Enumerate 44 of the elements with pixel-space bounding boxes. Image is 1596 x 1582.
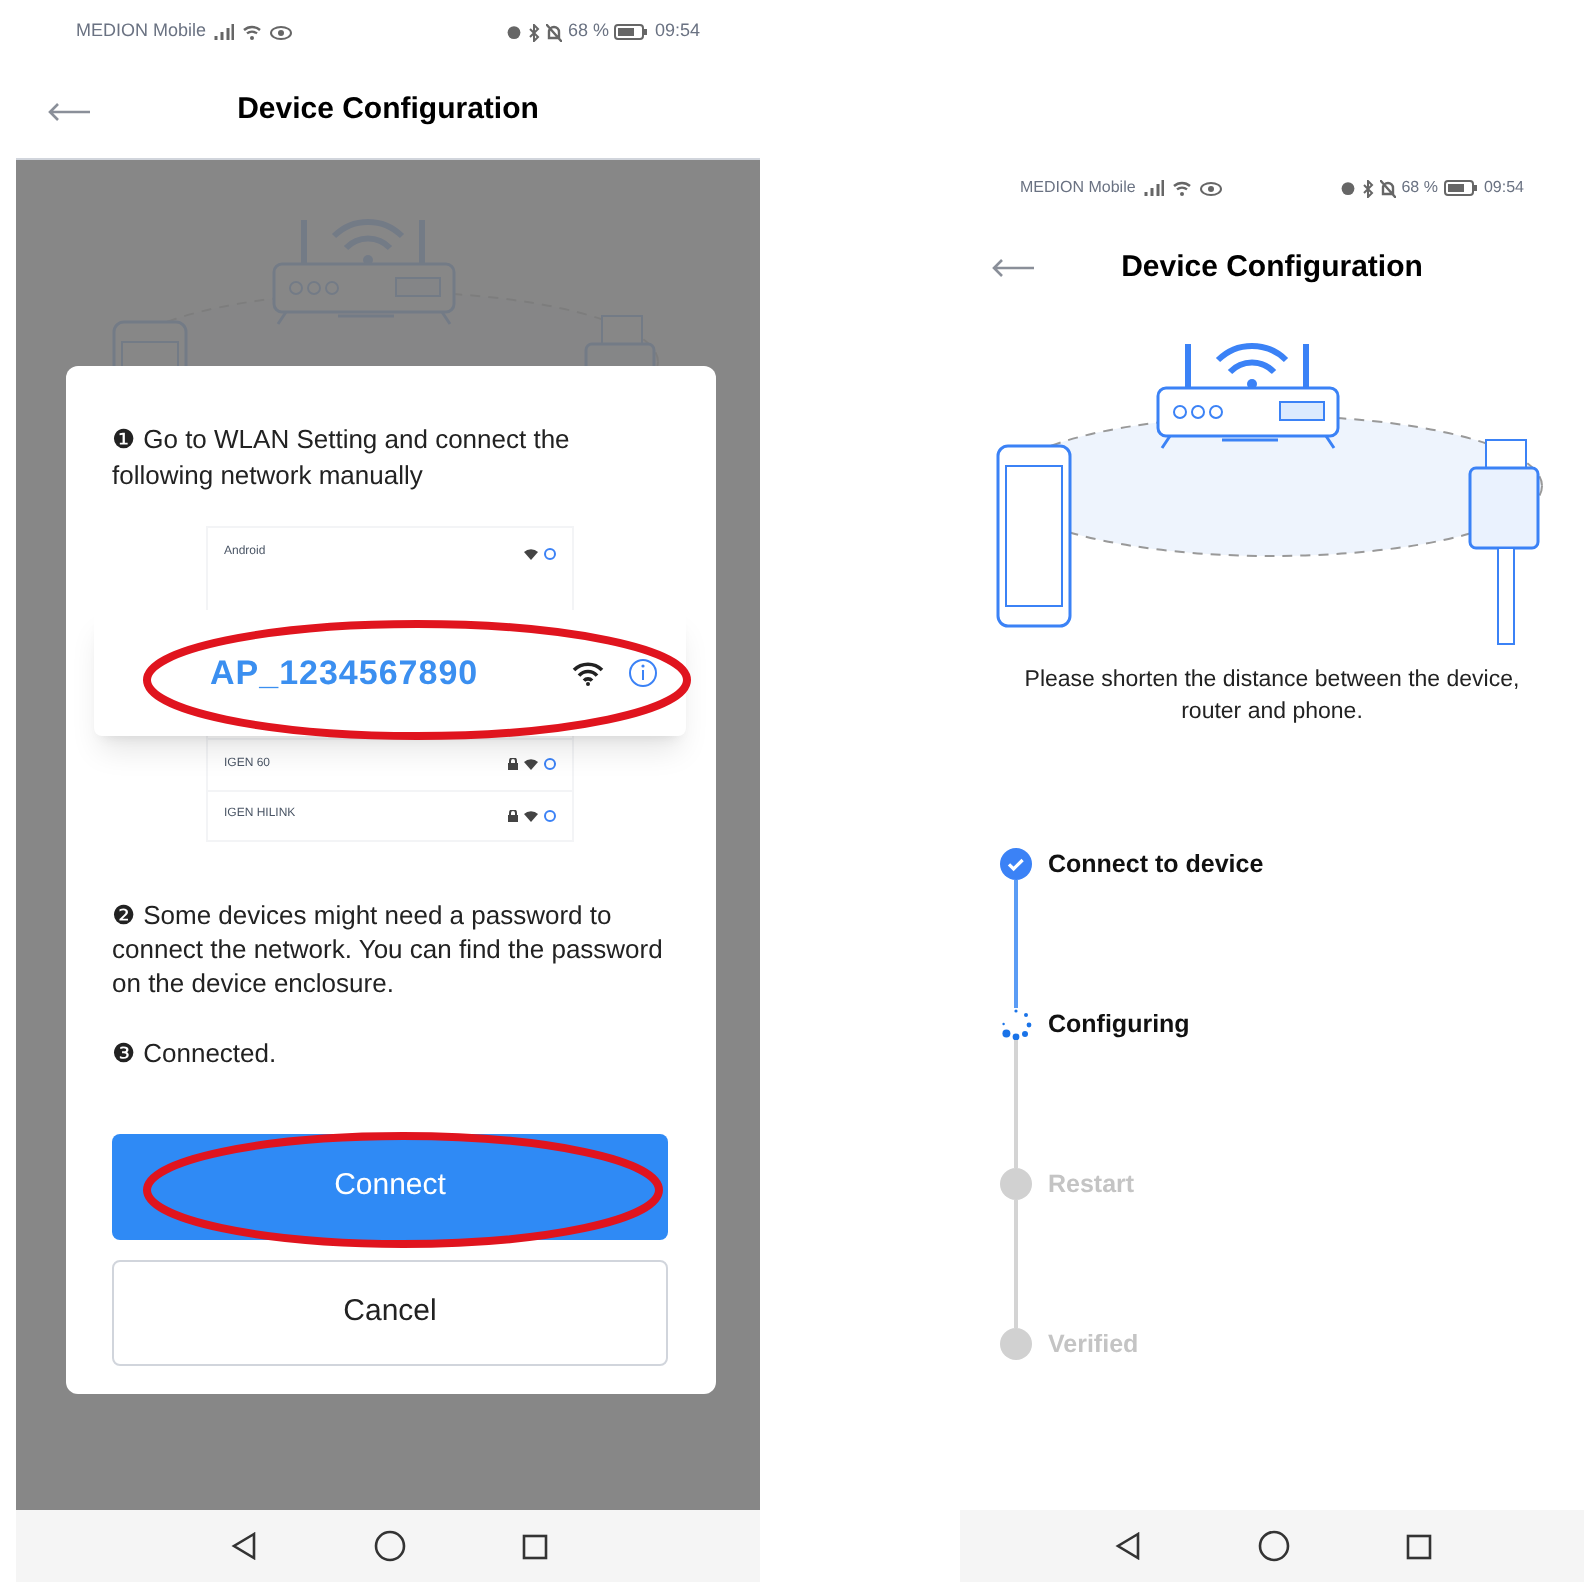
- back-arrow-icon: [992, 258, 1036, 278]
- back-icon[interactable]: [229, 1532, 257, 1560]
- bluetooth-icon: [527, 23, 540, 41]
- recent-apps-icon[interactable]: [521, 1533, 547, 1559]
- battery-percent: 68 %: [1401, 176, 1438, 200]
- network-name: AP_1234567890: [210, 651, 479, 696]
- wifi-icon: [524, 809, 538, 822]
- step-label: Connect to device: [1048, 848, 1264, 882]
- clock-time: 09:54: [654, 18, 700, 45]
- instruction-text: ❶ Go to WLAN Setting and connect the following network manually: [112, 422, 572, 494]
- carrier-name: MEDION Mobile: [76, 18, 207, 45]
- bell-off-icon: [1379, 179, 1396, 197]
- screen-title: Device Configuration: [1121, 247, 1423, 288]
- recent-apps-icon[interactable]: [1405, 1533, 1431, 1559]
- eye-icon: [270, 25, 293, 39]
- battery-icon: [614, 24, 649, 40]
- signal-icon: [214, 24, 235, 40]
- clock-time: 09:54: [1483, 176, 1524, 200]
- battery-percent: 68 %: [567, 18, 609, 45]
- step-label: Restart: [1048, 1168, 1135, 1202]
- bell-off-icon: [545, 23, 562, 41]
- home-icon[interactable]: [1257, 1530, 1289, 1562]
- wifi-icon: [242, 24, 263, 40]
- instruction-text: ❷ Some devices might need a password to connect the network. You can find the password on the device enclosure.: [112, 898, 665, 1000]
- wifi-icon: [524, 547, 538, 560]
- wifi-icon: [524, 758, 538, 771]
- screen-title: Device Configuration: [237, 90, 539, 131]
- back-icon[interactable]: [1113, 1532, 1141, 1560]
- eye-icon: [1199, 181, 1222, 195]
- lock-icon: [508, 809, 518, 822]
- lock-icon: [508, 758, 518, 771]
- wifi-icon: [572, 661, 604, 685]
- carrier-name: MEDION Mobile: [1020, 176, 1136, 200]
- step-label: Configuring: [1048, 1008, 1190, 1042]
- hint-text: Please shorten the distance between the device, router and phone.: [1022, 666, 1522, 728]
- signal-icon: [1143, 180, 1164, 196]
- battery-icon: [1443, 180, 1478, 196]
- wifi-icon: [1171, 180, 1192, 196]
- step-label: Verified: [1048, 1328, 1139, 1360]
- bluetooth-icon: [1361, 179, 1374, 197]
- instruction-text: ❸ Connected.: [112, 1036, 279, 1072]
- home-icon[interactable]: [373, 1530, 405, 1562]
- cancel-button[interactable]: Cancel: [112, 1259, 668, 1365]
- back-arrow-icon: [48, 102, 92, 122]
